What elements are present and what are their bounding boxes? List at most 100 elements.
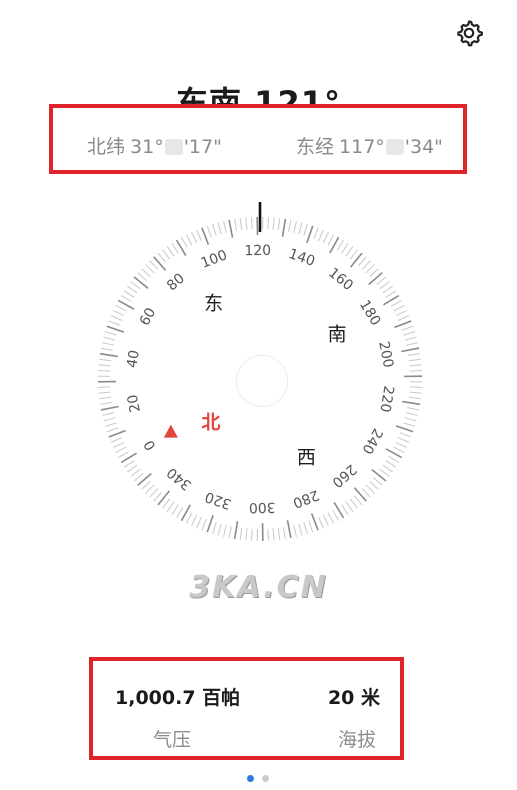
minor-tick: [141, 480, 151, 490]
tick-label: 120: [244, 243, 271, 259]
redacted-mask: [385, 139, 404, 155]
minor-tick: [103, 336, 116, 341]
minor-tick: [234, 218, 238, 231]
minor-tick: [115, 446, 127, 453]
cardinal-north: 北: [201, 411, 221, 434]
minor-tick: [382, 464, 393, 473]
minor-tick: [282, 527, 286, 540]
tick-label: 340: [164, 464, 195, 493]
cardinal-south: 南: [327, 323, 347, 346]
minor-tick: [409, 386, 422, 388]
page-dot-1[interactable]: [247, 775, 254, 782]
latitude-seconds: '17": [183, 136, 222, 158]
pressure-value: 1,000.7 百帕: [115, 687, 241, 709]
minor-tick: [108, 320, 121, 326]
minor-tick: [115, 305, 127, 312]
tick-label: 240: [358, 425, 385, 456]
minor-tick: [171, 504, 179, 516]
minor-tick: [409, 391, 422, 394]
minor-tick: [206, 225, 212, 238]
major-tick: [133, 276, 149, 289]
minor-tick: [388, 455, 400, 463]
major-tick: [228, 219, 234, 238]
minor-tick: [361, 488, 371, 498]
minor-tick: [397, 315, 410, 321]
minor-tick: [303, 522, 308, 535]
north-marker-icon: [163, 424, 178, 438]
latitude: 北纬 31° '17": [87, 132, 222, 159]
minor-tick: [369, 480, 379, 490]
minor-tick: [277, 218, 281, 231]
minor-tick: [313, 227, 319, 240]
minor-tick: [361, 260, 371, 270]
tick-label: 80: [164, 271, 188, 295]
minor-tick: [404, 336, 417, 341]
minor-tick: [118, 451, 130, 458]
minor-tick: [318, 229, 324, 242]
tick-label: 20: [125, 393, 144, 414]
major-tick: [281, 218, 287, 237]
minor-tick: [404, 417, 417, 422]
tick-label: 140: [286, 246, 316, 270]
minor-tick: [127, 285, 138, 294]
minor-tick: [245, 528, 248, 541]
minor-tick: [98, 391, 111, 394]
settings-button[interactable]: [452, 16, 486, 50]
page-indicator[interactable]: [247, 775, 269, 782]
minor-tick: [403, 422, 416, 427]
minor-tick: [385, 460, 397, 468]
minor-tick: [130, 281, 141, 290]
minor-tick: [395, 310, 408, 317]
minor-tick: [354, 495, 363, 506]
minor-tick: [288, 219, 292, 232]
altitude-label: 海拔: [337, 729, 376, 751]
longitude-seconds: '34": [404, 136, 443, 158]
compass-center: [236, 355, 288, 407]
major-tick: [137, 472, 152, 486]
minor-tick: [171, 242, 179, 254]
minor-tick: [336, 239, 344, 251]
minor-tick: [327, 234, 334, 246]
major-tick: [99, 352, 118, 358]
minor-tick: [98, 364, 111, 367]
minor-tick: [239, 527, 243, 540]
minor-tick: [166, 501, 175, 512]
tick-label: 0: [141, 437, 159, 453]
minor-tick: [112, 441, 125, 448]
cardinal-east: 东: [204, 292, 224, 315]
minor-tick: [303, 223, 308, 236]
minor-tick: [365, 264, 375, 274]
minor-tick: [399, 432, 412, 438]
minor-tick: [223, 525, 227, 537]
minor-tick: [409, 364, 422, 367]
minor-tick: [99, 401, 112, 405]
minor-tick: [217, 523, 222, 536]
minor-tick: [407, 407, 420, 411]
minor-tick: [293, 525, 297, 537]
tick-label: 260: [329, 461, 360, 491]
minor-tick: [145, 264, 155, 274]
major-tick: [368, 272, 383, 286]
tick-label: 280: [291, 486, 322, 511]
minor-tick: [251, 528, 253, 541]
minor-tick: [112, 310, 125, 317]
minor-tick: [191, 231, 198, 244]
latitude-label: 北纬: [87, 136, 126, 158]
major-tick: [371, 469, 387, 482]
major-tick: [306, 225, 314, 244]
minor-tick: [186, 512, 193, 524]
minor-tick: [298, 222, 303, 235]
minor-tick: [196, 229, 202, 242]
page-dot-2[interactable]: [262, 775, 269, 782]
minor-tick: [228, 526, 232, 539]
minor-tick: [318, 516, 324, 529]
minor-tick: [120, 295, 132, 303]
tick-label: 200: [375, 340, 396, 369]
minor-tick: [327, 512, 334, 524]
minor-tick: [149, 260, 159, 270]
tick-label: 160: [325, 265, 356, 294]
minor-tick: [137, 272, 148, 281]
major-tick: [206, 514, 214, 533]
minor-tick: [133, 473, 144, 482]
minor-tick: [403, 331, 416, 336]
